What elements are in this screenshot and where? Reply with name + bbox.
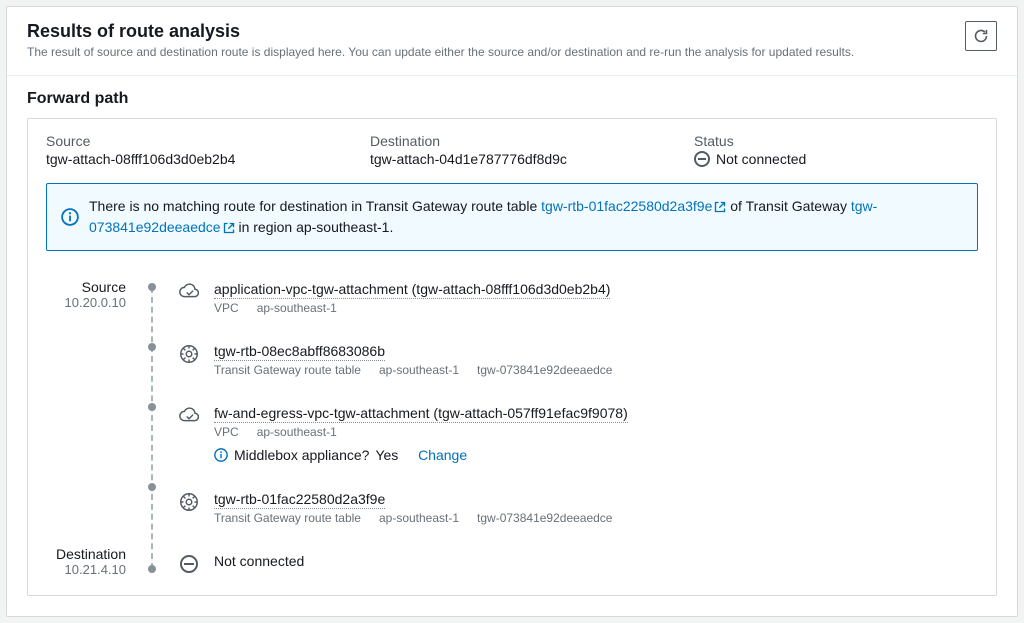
- path-hop: fw-and-egress-vpc-tgw-attachment (tgw-at…: [178, 405, 978, 463]
- hop-subtext: Transit Gateway route tableap-southeast-…: [214, 511, 978, 525]
- route-table-link[interactable]: tgw-rtb-01fac22580d2a3f9e: [541, 198, 726, 214]
- forward-path-heading: Forward path: [27, 90, 997, 108]
- external-link-icon: [223, 222, 235, 234]
- refresh-icon: [973, 28, 989, 44]
- status-label: Status: [694, 133, 978, 149]
- page-subtitle: The result of source and destination rou…: [27, 44, 854, 61]
- forward-path-panel: Source tgw-attach-08fff106d3d0eb2b4 Dest…: [27, 118, 997, 596]
- route-table-icon: [178, 491, 200, 513]
- hop-title: Not connected: [214, 553, 304, 569]
- info-icon: [214, 448, 228, 462]
- path-destination-ip: 10.21.4.10: [56, 562, 126, 577]
- middlebox-change-link[interactable]: Change: [418, 447, 467, 463]
- path-hop: tgw-rtb-08ec8abff8683086b Transit Gateway…: [178, 343, 978, 377]
- info-icon: [61, 208, 79, 226]
- source-value: tgw-attach-08fff106d3d0eb2b4: [46, 151, 330, 167]
- vpc-icon: [178, 281, 200, 303]
- path-timeline: [146, 281, 158, 575]
- source-label: Source: [46, 133, 330, 149]
- hop-title: application-vpc-tgw-attachment (tgw-atta…: [214, 281, 610, 299]
- path-hop: tgw-rtb-01fac22580d2a3f9e Transit Gateway…: [178, 491, 978, 525]
- not-connected-icon: [694, 151, 710, 167]
- info-alert: There is no matching route for destinati…: [46, 183, 978, 251]
- hop-subtext: VPCap-southeast-1: [214, 301, 978, 315]
- middlebox-row: Middlebox appliance? Yes Change: [214, 447, 978, 463]
- refresh-button[interactable]: [965, 21, 997, 51]
- path-destination-label: Destination: [56, 546, 126, 562]
- alert-text: There is no matching route for destinati…: [89, 196, 963, 238]
- hop-title: fw-and-egress-vpc-tgw-attachment (tgw-at…: [214, 405, 628, 423]
- status-value: Not connected: [716, 151, 806, 167]
- path-source-label: Source: [65, 279, 126, 295]
- route-table-icon: [178, 343, 200, 365]
- hop-subtext: Transit Gateway route tableap-southeast-…: [214, 363, 978, 377]
- path-hop: application-vpc-tgw-attachment (tgw-atta…: [178, 281, 978, 315]
- hop-title: tgw-rtb-08ec8abff8683086b: [214, 343, 385, 361]
- path-source-ip: 10.20.0.10: [65, 295, 126, 310]
- hop-subtext: VPCap-southeast-1: [214, 425, 978, 439]
- destination-value: tgw-attach-04d1e787776df8d9c: [370, 151, 654, 167]
- hop-title: tgw-rtb-01fac22580d2a3f9e: [214, 491, 385, 509]
- middlebox-answer: Yes: [375, 447, 398, 463]
- vpc-icon: [178, 405, 200, 427]
- middlebox-question: Middlebox appliance?: [234, 447, 369, 463]
- page-title: Results of route analysis: [27, 21, 854, 42]
- path-hop: Not connected: [178, 553, 978, 575]
- destination-label: Destination: [370, 133, 654, 149]
- external-link-icon: [714, 201, 726, 213]
- not-connected-icon: [180, 555, 198, 573]
